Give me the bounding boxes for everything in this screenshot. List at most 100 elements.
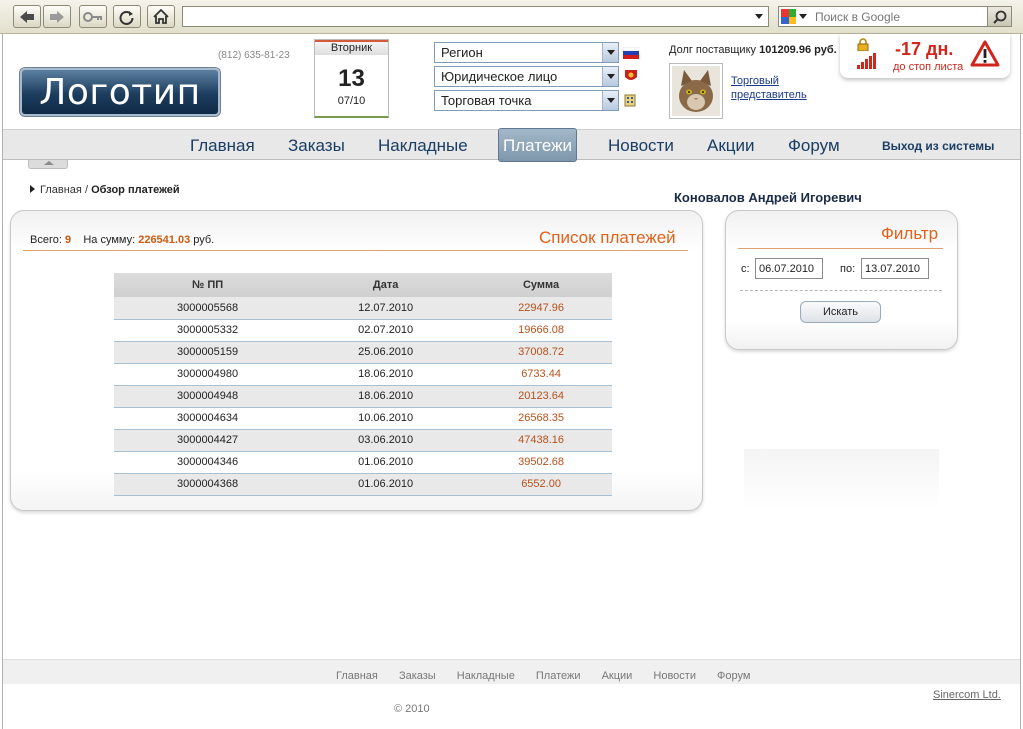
nav-item-promotions[interactable]: Акции — [707, 134, 755, 158]
browser-toolbar — [0, 0, 1023, 34]
chevron-down-icon — [799, 14, 807, 19]
supplier-debt: Долг поставщику 101209.96 руб. — [669, 44, 837, 56]
nav-item-orders[interactable]: Заказы — [288, 134, 345, 158]
search-box — [778, 6, 1012, 27]
back-button[interactable] — [13, 5, 41, 28]
payment-amount: 6552.00 — [470, 473, 612, 496]
column-header-date[interactable]: Дата — [301, 273, 471, 297]
home-icon — [153, 9, 169, 24]
breadcrumb-separator: / — [84, 184, 88, 196]
nav-item-payments[interactable]: Платежи — [498, 128, 577, 162]
nav-item-forum[interactable]: Форум — [788, 134, 840, 158]
magnifier-icon — [992, 10, 1006, 24]
footer-link-orders[interactable]: Заказы — [399, 670, 436, 682]
breadcrumb-home[interactable]: Главная — [40, 184, 82, 196]
key-button[interactable] — [79, 5, 107, 28]
reload-button[interactable] — [113, 5, 141, 28]
signal-bars-icon — [857, 53, 876, 69]
stop-list-caption: до стоп листа — [893, 61, 964, 73]
payment-date: 03.06.2010 — [301, 429, 471, 452]
chevron-down-icon — [606, 74, 615, 79]
footer-link-news[interactable]: Новости — [653, 670, 696, 682]
footer-link-home[interactable]: Главная — [336, 670, 378, 682]
payments-title: Список платежей — [539, 228, 676, 247]
coat-of-arms-icon — [625, 70, 637, 80]
calendar-month: 07/10 — [337, 95, 366, 107]
search-payments-button[interactable]: Искать — [800, 301, 881, 323]
logo[interactable]: Логотип — [20, 68, 220, 116]
breadcrumb: Главная / Обзор платежей — [30, 184, 180, 196]
payment-number: 3000004346 — [114, 451, 302, 474]
date-to-field[interactable] — [861, 258, 929, 279]
payment-date: 10.06.2010 — [301, 407, 471, 430]
sales-rep-link[interactable]: Торговый представитель — [731, 74, 807, 102]
cat-photo-icon — [672, 66, 720, 116]
payment-amount: 19666.08 — [470, 319, 612, 342]
nav-item-home[interactable]: Главная — [190, 134, 255, 158]
nav-item-news[interactable]: Новости — [608, 134, 674, 158]
payment-amount: 6733.44 — [470, 363, 612, 386]
payment-amount: 26568.35 — [470, 407, 612, 430]
outlet-select[interactable]: Торговая точка — [434, 90, 619, 111]
region-select-arrow[interactable] — [602, 43, 618, 62]
payments-summary: Всего: 9 На сумму: 226541.03 руб. — [30, 234, 214, 246]
total-label: Всего: — [30, 234, 62, 246]
payment-date: 12.07.2010 — [301, 297, 471, 320]
payment-amount: 47438.16 — [470, 429, 612, 452]
avatar[interactable] — [669, 63, 723, 119]
logout-link[interactable]: Выход из системы — [882, 139, 994, 153]
footer-link-payments[interactable]: Платежи — [536, 670, 581, 682]
address-dropdown-button[interactable] — [752, 9, 766, 24]
user-name: Коновалов Андрей Игоревич — [674, 190, 862, 205]
breadcrumb-current: Обзор платежей — [91, 184, 180, 196]
table-row[interactable]: 3000004980 18.06.2010 6733.44 — [114, 363, 612, 386]
payment-number: 3000004980 — [114, 363, 302, 386]
logo-text: Логотип — [39, 71, 201, 113]
payment-number: 3000005332 — [114, 319, 302, 342]
calendar-weekday: Вторник — [315, 40, 388, 55]
payment-amount: 22947.96 — [470, 297, 612, 320]
back-arrow-icon — [20, 10, 34, 23]
address-bar[interactable] — [182, 6, 769, 27]
table-row[interactable]: 3000005159 25.06.2010 37008.72 — [114, 341, 612, 364]
nav-item-invoices[interactable]: Накладные — [378, 134, 468, 158]
table-row[interactable]: 3000005568 12.07.2010 22947.96 — [114, 297, 612, 320]
date-from-field[interactable] — [755, 258, 823, 279]
table-row[interactable]: 3000005332 02.07.2010 19666.08 — [114, 319, 612, 342]
table-row[interactable]: 3000004948 18.06.2010 20123.64 — [114, 385, 612, 408]
table-row[interactable]: 3000004634 10.06.2010 26568.35 — [114, 407, 612, 430]
payment-date: 01.06.2010 — [301, 451, 471, 474]
search-button[interactable] — [987, 7, 1011, 26]
payment-date: 01.06.2010 — [301, 473, 471, 496]
google-engine-selector[interactable] — [781, 9, 809, 24]
outlet-select-arrow[interactable] — [602, 91, 618, 110]
table-row[interactable]: 3000004427 03.06.2010 47438.16 — [114, 429, 612, 452]
key-icon — [83, 11, 102, 22]
region-select[interactable]: Регион — [434, 42, 619, 63]
lock-icon — [857, 38, 869, 51]
table-row[interactable]: 3000004368 01.06.2010 6552.00 — [114, 473, 612, 496]
search-input[interactable] — [813, 7, 987, 26]
google-icon — [781, 9, 796, 24]
forward-button[interactable] — [43, 5, 71, 28]
calendar-day: 13 — [338, 65, 365, 92]
legal-entity-select-value: Юридическое лицо — [441, 69, 558, 84]
payment-number: 3000005159 — [114, 341, 302, 364]
footer-links: Главная Заказы Накладные Платежи Акции Н… — [336, 670, 768, 682]
rep-line-1: Торговый — [731, 75, 779, 87]
column-header-number[interactable]: № ПП — [114, 273, 302, 297]
table-row[interactable]: 3000004346 01.06.2010 39502.68 — [114, 451, 612, 474]
warning-icon — [970, 40, 1000, 67]
legal-entity-select-arrow[interactable] — [602, 67, 618, 86]
footer-link-invoices[interactable]: Накладные — [457, 670, 515, 682]
legal-entity-select[interactable]: Юридическое лицо — [434, 66, 619, 87]
home-button[interactable] — [147, 5, 175, 28]
filter-title: Фильтр — [881, 224, 939, 243]
developer-credit-link[interactable]: Sinercom Ltd. — [933, 689, 1001, 701]
debt-label: Долг поставщику — [669, 44, 757, 56]
footer-link-promotions[interactable]: Акции — [602, 670, 633, 682]
column-header-amount[interactable]: Сумма — [470, 273, 612, 297]
collapse-header-tab[interactable] — [28, 160, 68, 169]
table-header-row: № ПП Дата Сумма — [114, 273, 612, 297]
footer-link-forum[interactable]: Форум — [717, 670, 750, 682]
